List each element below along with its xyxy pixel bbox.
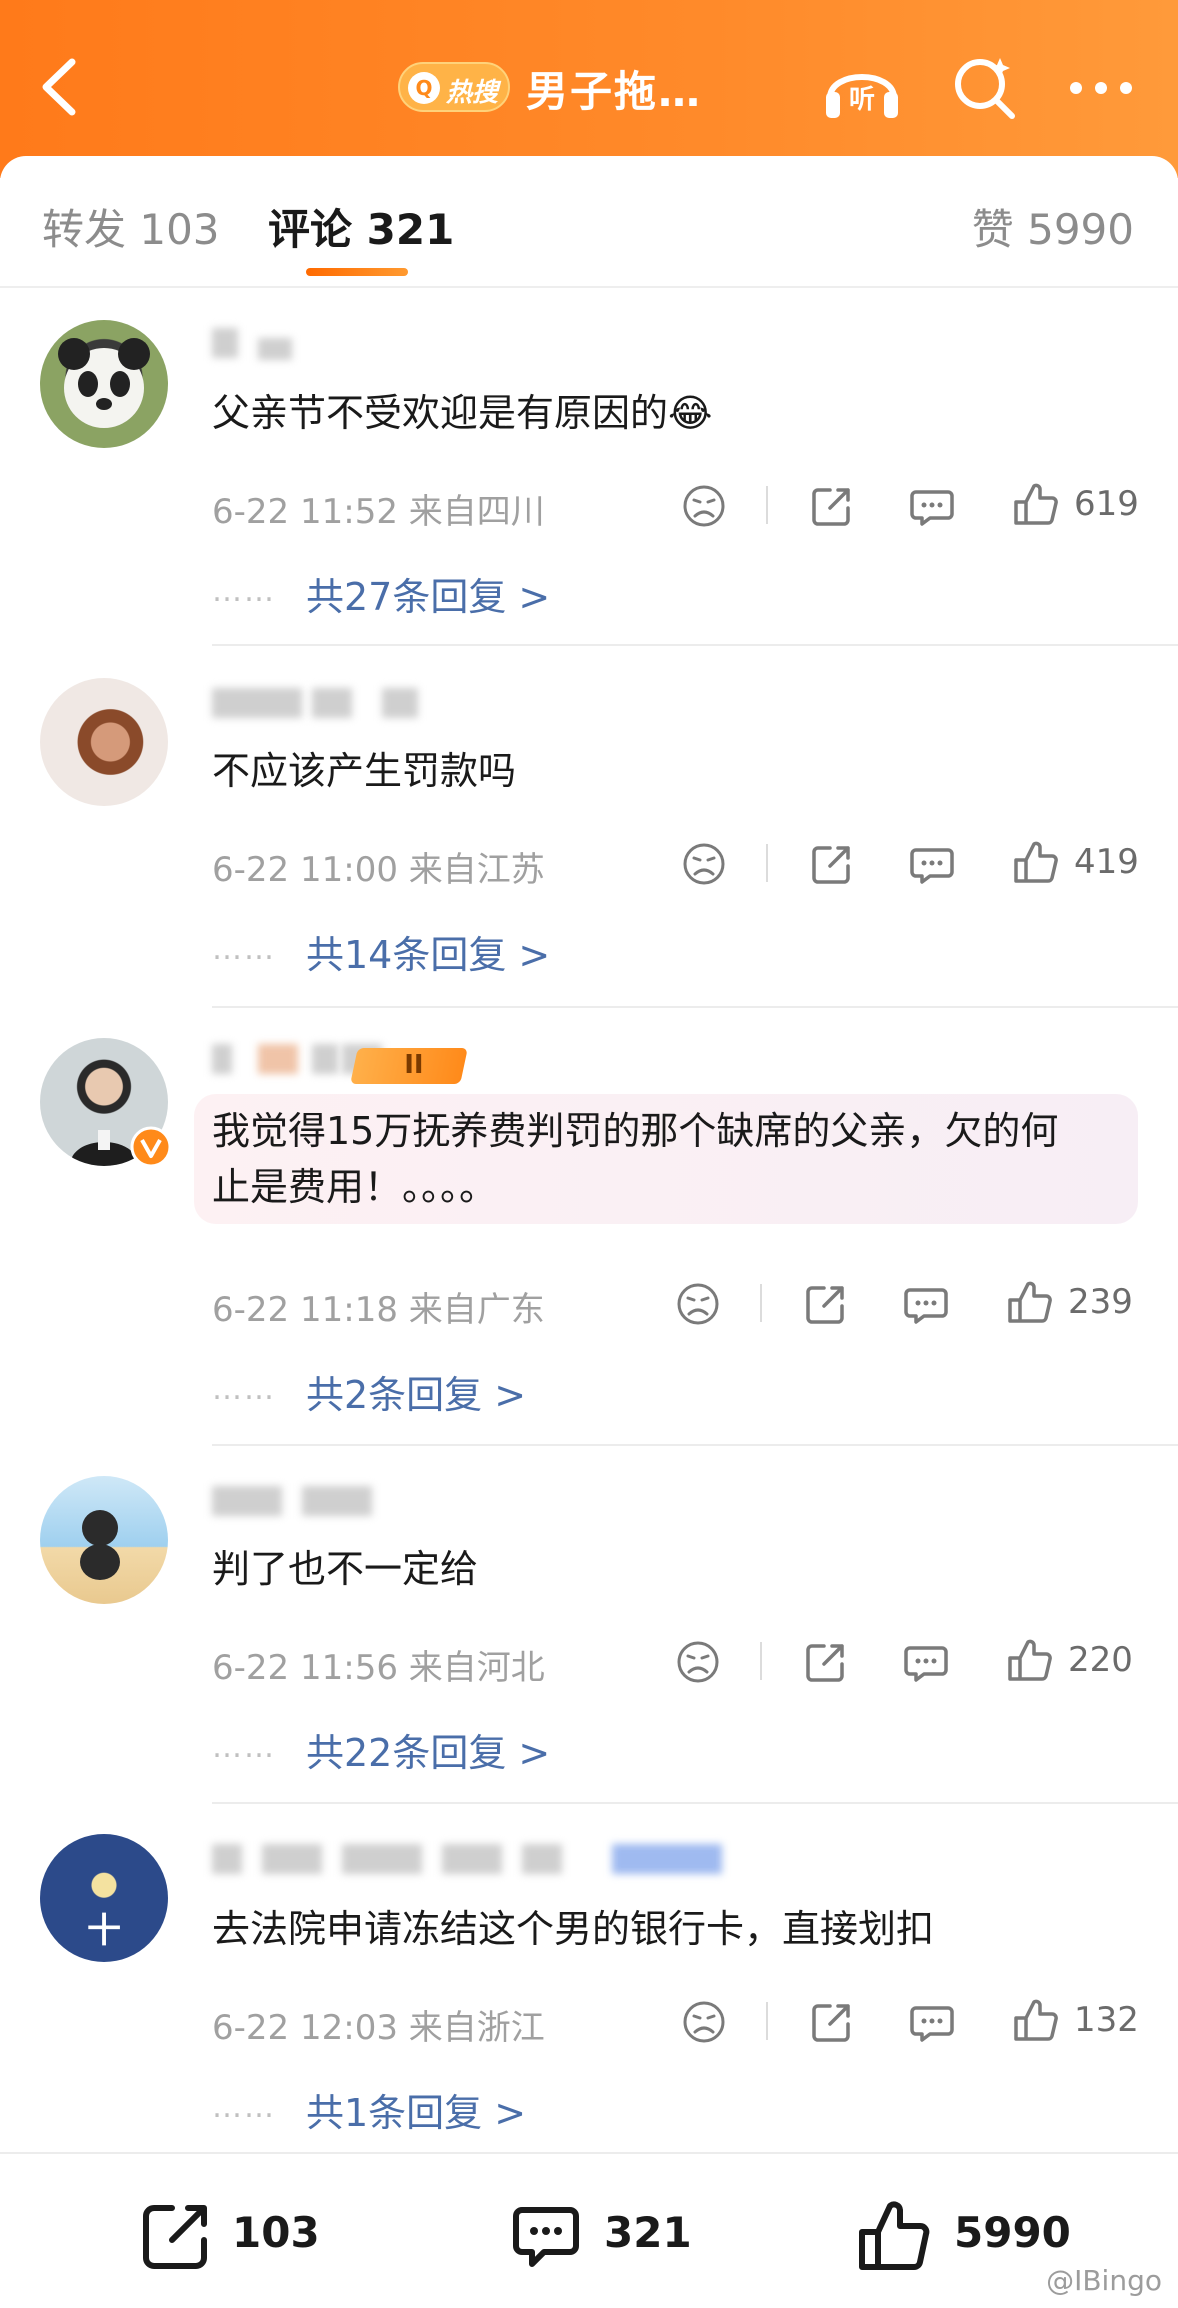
comment-icon[interactable] <box>508 2198 584 2274</box>
view-replies-link[interactable]: 共14条回复 > <box>306 924 550 979</box>
forward-count[interactable]: 103 <box>232 2208 320 2257</box>
comment-count[interactable]: 321 <box>604 2208 692 2257</box>
comment-text-line2: 止是费用！。。。。 <box>212 1165 498 1209</box>
tab-bar: 转发 103 评论 321 赞 5990 <box>0 156 1178 288</box>
comment-text: 去法院申请冻结这个男的银行卡，直接划扣 <box>212 1907 935 1951</box>
verified-v-icon <box>130 1126 172 1168</box>
share-icon[interactable] <box>802 1280 850 1328</box>
dislike-face-icon[interactable] <box>680 1998 728 2046</box>
thumbs-up-icon[interactable] <box>1012 480 1060 528</box>
comment-meta: 6-22 11:00 来自江苏 <box>212 850 545 890</box>
avatar[interactable] <box>40 1476 168 1604</box>
username-blurred[interactable] <box>212 328 312 364</box>
page-title: 男子拖… <box>526 67 703 116</box>
comment-bubble-icon[interactable] <box>902 1638 950 1686</box>
username-blurred[interactable] <box>212 1486 412 1522</box>
listen-label: 听 <box>849 85 875 115</box>
avatar[interactable] <box>40 678 168 806</box>
like-thumbs-up-icon[interactable] <box>856 2198 932 2274</box>
listen-headphones-icon[interactable]: 听 <box>822 52 902 122</box>
like-count-total[interactable]: 5990 <box>954 2208 1071 2257</box>
thumbs-up-icon[interactable] <box>1012 838 1060 886</box>
reply-dots: …… <box>212 574 276 609</box>
dislike-face-icon[interactable] <box>680 840 728 888</box>
comment-bubble-icon[interactable] <box>908 482 956 530</box>
comment-meta: 6-22 11:52 来自四川 <box>212 492 545 532</box>
watermark: @IBingo <box>1046 2264 1162 2297</box>
comment-bubble-icon[interactable] <box>908 1998 956 2046</box>
reply-dots: …… <box>212 1730 276 1765</box>
avatar[interactable] <box>40 320 168 448</box>
comment-item: II 我觉得15万抚养费判罚的那个缺席的父亲，欠的何 止是费用！。。。。 6-2… <box>0 1008 1178 1448</box>
like-count: 619 <box>1074 484 1139 524</box>
view-replies-link[interactable]: 共2条回复 > <box>306 1364 526 1419</box>
member-badge-label: II <box>404 1050 424 1080</box>
dislike-face-icon[interactable] <box>680 482 728 530</box>
dislike-face-icon[interactable] <box>674 1638 722 1686</box>
username-blurred[interactable] <box>212 1844 752 1880</box>
separator <box>760 1642 762 1680</box>
like-count: 220 <box>1068 1640 1133 1680</box>
like-count: 239 <box>1068 1282 1133 1322</box>
like-count: 419 <box>1074 842 1139 882</box>
view-replies-link[interactable]: 共1条回复 > <box>306 2082 526 2137</box>
comment-text: 判了也不一定给 <box>212 1547 479 1591</box>
share-icon[interactable] <box>808 840 856 888</box>
share-icon[interactable] <box>808 1998 856 2046</box>
hot-search-label: 热搜 <box>446 78 499 108</box>
comment-meta: 6-22 12:03 来自浙江 <box>212 2008 545 2048</box>
separator <box>766 2002 768 2040</box>
search-icon[interactable] <box>950 52 1020 122</box>
comment-meta: 6-22 11:56 来自河北 <box>212 1648 545 1688</box>
comment-item: 判了也不一定给 6-22 11:56 来自河北 220 …… 共22条回复 > <box>0 1446 1178 1804</box>
member-badge: II <box>350 1048 468 1084</box>
comment-item: 十 去法院申请冻结这个男的银行卡，直接划扣 6-22 12:03 来自浙江 13… <box>0 1804 1178 2150</box>
share-icon[interactable] <box>802 1638 850 1686</box>
search-small-icon: Q <box>408 72 440 104</box>
cartoon-avatar-icon <box>80 1510 120 1580</box>
back-arrow-icon[interactable] <box>30 52 90 122</box>
tab-forward[interactable]: 转发 103 <box>42 196 220 257</box>
comment-bubble-icon[interactable] <box>908 840 956 888</box>
share-icon[interactable] <box>808 482 856 530</box>
album-avatar-icon: 十 <box>87 1911 121 1951</box>
tab-comment[interactable]: 评论 321 <box>268 196 454 257</box>
reply-dots: …… <box>212 2090 276 2125</box>
comment-item: 父亲节不受欢迎是有原因的😂 6-22 11:52 来自四川 619 …… 共27… <box>0 288 1178 648</box>
thumbs-up-icon[interactable] <box>1012 1996 1060 2044</box>
view-replies-link[interactable]: 共27条回复 > <box>306 566 550 621</box>
separator <box>766 486 768 524</box>
comment-item: 不应该产生罚款吗 6-22 11:00 来自江苏 419 …… 共14条回复 > <box>0 646 1178 1008</box>
reply-dots: …… <box>212 1372 276 1407</box>
svg-text:十: 十 <box>87 1911 121 1951</box>
separator <box>760 1284 762 1322</box>
comment-meta: 6-22 11:18 来自广东 <box>212 1290 545 1330</box>
thumbs-up-icon[interactable] <box>1006 1636 1054 1684</box>
comment-bubble-icon[interactable] <box>902 1280 950 1328</box>
username-blurred[interactable] <box>212 688 432 724</box>
view-replies-link[interactable]: 共22条回复 > <box>306 1722 550 1777</box>
reply-dots: …… <box>212 932 276 967</box>
separator <box>766 844 768 882</box>
comment-text: 父亲节不受欢迎是有原因的😂 <box>212 391 713 435</box>
comment-text: 不应该产生罚款吗 <box>212 749 517 793</box>
like-count: 132 <box>1074 2000 1139 2040</box>
avatar[interactable]: 十 <box>40 1834 168 1962</box>
forward-share-icon[interactable] <box>138 2198 214 2274</box>
dislike-face-icon[interactable] <box>674 1280 722 1328</box>
comment-text-line1: 我觉得15万抚养费判罚的那个缺席的父亲，欠的何 <box>212 1109 1059 1153</box>
thumbs-up-icon[interactable] <box>1006 1278 1054 1326</box>
panda-avatar-icon <box>58 338 150 428</box>
hot-search-badge[interactable]: Q 热搜 <box>398 62 510 112</box>
top-header: Q 热搜 男子拖… 听 <box>0 0 1178 178</box>
active-tab-indicator <box>306 268 408 276</box>
tab-like[interactable]: 赞 5990 <box>972 196 1134 257</box>
more-options-icon[interactable] <box>1066 78 1136 98</box>
bottom-action-bar: 103 321 5990 @IBingo <box>0 2152 1178 2308</box>
